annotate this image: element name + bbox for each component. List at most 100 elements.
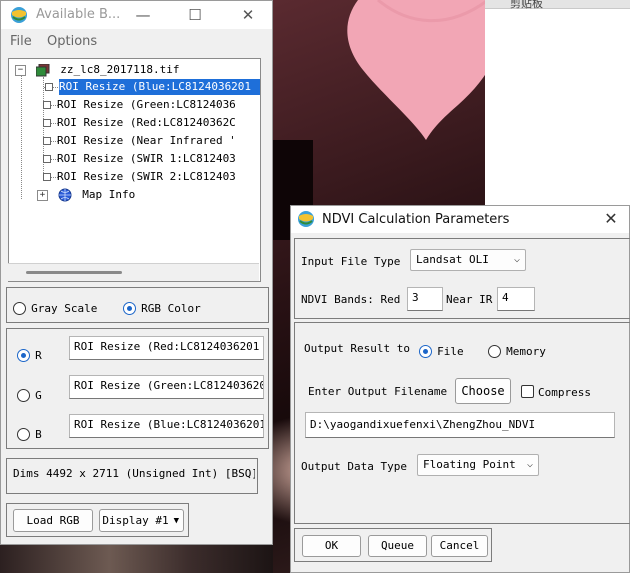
output-data-type-label: Output Data Type bbox=[301, 460, 407, 473]
queue-button[interactable]: Queue bbox=[368, 535, 427, 557]
channel-b-option[interactable]: B bbox=[17, 424, 42, 443]
title-bar: Available B... — ☐ ✕ bbox=[1, 1, 272, 29]
gray-scale-label: Gray Scale bbox=[31, 302, 98, 315]
maximize-button[interactable]: ☐ bbox=[181, 5, 209, 25]
chevron-down-icon: ⌵ bbox=[513, 254, 520, 265]
output-filename-input[interactable]: D:\yaogandixuefenxi\ZhengZhou_NDVI bbox=[305, 412, 615, 438]
file-stack-icon bbox=[35, 63, 50, 76]
envi-globe-icon bbox=[11, 7, 27, 23]
output-result-label: Output Result to bbox=[304, 342, 410, 355]
band-label: ROI Resize (Blue:LC8124036201 bbox=[59, 80, 252, 93]
rgb-color-radio[interactable] bbox=[123, 302, 136, 315]
input-file-type-select[interactable]: Landsat OLI ⌵ bbox=[410, 249, 526, 271]
dims-readout: Dims 4492 x 2711 (Unsigned Int) [BSQ] bbox=[13, 467, 255, 480]
globe-icon bbox=[58, 188, 72, 202]
background-window bbox=[485, 0, 630, 210]
display-select-value: Display #1 bbox=[102, 514, 169, 527]
tree-horizontal-scrollbar[interactable] bbox=[8, 263, 259, 281]
chevron-down-icon: ⌵ bbox=[526, 459, 533, 470]
band-leaf-icon bbox=[43, 155, 51, 163]
dialog-button-group: OK Queue Cancel bbox=[294, 528, 492, 562]
tree-guide-line bbox=[21, 75, 22, 199]
window-title: Available B... bbox=[36, 7, 121, 22]
output-file-option[interactable]: File bbox=[419, 341, 464, 360]
channel-r-radio[interactable] bbox=[17, 349, 30, 362]
menu-options[interactable]: Options bbox=[47, 34, 97, 49]
bands-action-group: Load RGB Display #1 ▼ bbox=[6, 503, 189, 537]
ndvi-title-bar: NDVI Calculation Parameters ✕ bbox=[291, 206, 629, 233]
tree-map-info[interactable]: + Map Info bbox=[37, 187, 135, 203]
gray-scale-option[interactable]: Gray Scale bbox=[13, 298, 97, 317]
channel-r-option[interactable]: R bbox=[17, 345, 42, 364]
band-label: ROI Resize (Red:LC81240362C bbox=[57, 116, 236, 129]
channel-g-field[interactable]: ROI Resize (Green:LC8124036201 bbox=[69, 375, 264, 399]
tree-band-item[interactable]: ROI Resize (Blue:LC8124036201 bbox=[45, 79, 260, 95]
rgb-channels-group: R ROI Resize (Red:LC8124036201 G ROI Res… bbox=[6, 328, 269, 449]
channel-g-label: G bbox=[35, 389, 42, 402]
minimize-button[interactable]: — bbox=[129, 5, 157, 25]
ok-button[interactable]: OK bbox=[302, 535, 361, 557]
tree-band-item[interactable]: ROI Resize (Green:LC8124036 bbox=[43, 97, 236, 113]
output-memory-option[interactable]: Memory bbox=[488, 341, 546, 360]
rgb-color-label: RGB Color bbox=[141, 302, 201, 315]
band-leaf-icon bbox=[43, 119, 51, 127]
band-leaf-icon bbox=[43, 137, 51, 145]
menu-file[interactable]: File bbox=[10, 34, 32, 49]
ndvi-dialog-title: NDVI Calculation Parameters bbox=[322, 212, 510, 227]
tree-band-item[interactable]: ROI Resize (Near Infrared ' bbox=[43, 133, 236, 149]
channel-g-radio[interactable] bbox=[17, 389, 30, 402]
expand-icon[interactable]: + bbox=[37, 189, 48, 201]
band-label: ROI Resize (SWIR 1:LC812403 bbox=[57, 152, 236, 165]
dropdown-arrow-icon: ▼ bbox=[173, 516, 179, 526]
tree-band-item[interactable]: ROI Resize (Red:LC81240362C bbox=[43, 115, 236, 131]
menu-bar: File Options bbox=[1, 31, 272, 53]
band-tree: − zz_lc8_2017118.tif ROI Resize (Blue:LC… bbox=[8, 58, 261, 282]
tree-band-item[interactable]: ROI Resize (SWIR 1:LC812403 bbox=[43, 151, 236, 167]
close-button[interactable]: ✕ bbox=[234, 5, 262, 25]
output-memory-label: Memory bbox=[506, 345, 546, 358]
band-leaf-icon bbox=[43, 101, 51, 109]
band-label: ROI Resize (Near Infrared ' bbox=[57, 134, 236, 147]
input-file-type-label: Input File Type bbox=[301, 255, 401, 268]
dims-group: Dims 4492 x 2711 (Unsigned Int) [BSQ] bbox=[6, 458, 258, 494]
rgb-color-option[interactable]: RGB Color bbox=[123, 298, 201, 317]
channel-r-field[interactable]: ROI Resize (Red:LC8124036201 bbox=[69, 336, 264, 360]
cancel-button[interactable]: Cancel bbox=[431, 535, 488, 557]
gray-scale-radio[interactable] bbox=[13, 302, 26, 315]
map-info-label: Map Info bbox=[82, 188, 136, 201]
red-band-input[interactable]: 3 bbox=[407, 287, 443, 311]
channel-b-field[interactable]: ROI Resize (Blue:LC8124036201 bbox=[69, 414, 264, 438]
collapse-icon[interactable]: − bbox=[15, 64, 26, 76]
tree-root[interactable]: − zz_lc8_2017118.tif bbox=[15, 62, 179, 78]
envi-globe-icon bbox=[298, 211, 314, 227]
channel-g-option[interactable]: G bbox=[17, 385, 42, 404]
color-mode-group: Gray Scale RGB Color bbox=[6, 287, 269, 323]
load-rgb-button[interactable]: Load RGB bbox=[13, 509, 93, 532]
near-ir-band-input[interactable]: 4 bbox=[497, 287, 535, 311]
output-data-type-value: Floating Point bbox=[423, 458, 516, 471]
output-memory-radio[interactable] bbox=[488, 345, 501, 358]
tree-band-item[interactable]: ROI Resize (SWIR 2:LC812403 bbox=[43, 169, 236, 185]
band-label: ROI Resize (SWIR 2:LC812403 bbox=[57, 170, 236, 183]
scrollbar-thumb[interactable] bbox=[26, 271, 122, 274]
output-file-label: File bbox=[437, 345, 464, 358]
background-toolbar-text: 剪贴板 bbox=[510, 0, 543, 10]
near-ir-label: Near IR bbox=[446, 293, 493, 306]
ndvi-bands-label: NDVI Bands: Red bbox=[301, 293, 401, 306]
channel-b-radio[interactable] bbox=[17, 428, 30, 441]
channel-r-label: R bbox=[35, 349, 42, 362]
channel-b-label: B bbox=[35, 428, 42, 441]
compress-checkbox[interactable] bbox=[521, 385, 534, 398]
output-file-radio[interactable] bbox=[419, 345, 432, 358]
input-group: Input File Type Landsat OLI ⌵ NDVI Bands… bbox=[294, 238, 630, 319]
background-window-toolbar bbox=[485, 0, 630, 9]
output-data-type-select[interactable]: Floating Point ⌵ bbox=[417, 454, 539, 476]
input-file-type-value: Landsat OLI bbox=[416, 253, 489, 266]
ndvi-dialog: NDVI Calculation Parameters ✕ Input File… bbox=[290, 205, 630, 573]
band-leaf-icon bbox=[43, 173, 51, 181]
band-label: ROI Resize (Green:LC8124036 bbox=[57, 98, 236, 111]
display-select[interactable]: Display #1 ▼ bbox=[99, 509, 184, 532]
choose-button[interactable]: Choose bbox=[455, 378, 511, 404]
close-button[interactable]: ✕ bbox=[599, 209, 623, 229]
output-group: Output Result to File Memory Enter Outpu… bbox=[294, 322, 630, 524]
